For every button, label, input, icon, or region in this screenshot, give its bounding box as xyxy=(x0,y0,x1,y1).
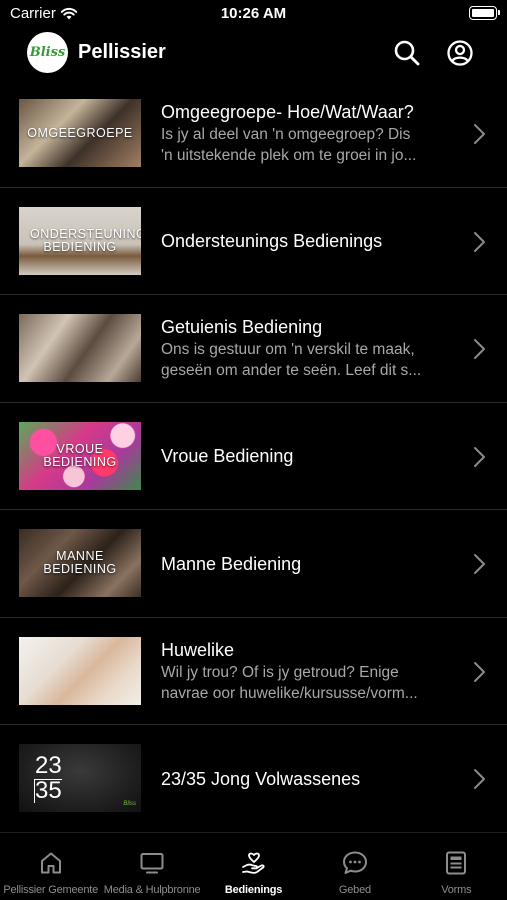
tab-label: Vorms xyxy=(441,884,472,896)
tab-label: Bedienings xyxy=(224,884,283,896)
list-item-manne[interactable]: MANNE BEDIENING Manne Bediening xyxy=(0,510,507,618)
chevron-right-icon xyxy=(474,554,485,574)
ministry-list: OMGEEGROEPE Omgeegroepe- Hoe/Wat/Waar? I… xyxy=(0,80,507,833)
chevron-right-icon xyxy=(474,339,485,359)
thumbnail-label: MANNE BEDIENING xyxy=(43,549,117,576)
thumbnail-logo: Bliss xyxy=(123,801,136,807)
item-title: Getuienis Bediening xyxy=(161,317,323,337)
home-icon xyxy=(40,852,61,874)
list-item-omgeegroepe[interactable]: OMGEEGROEPE Omgeegroepe- Hoe/Wat/Waar? I… xyxy=(0,80,507,188)
app-logo: Bliss xyxy=(27,32,68,73)
tab-media-hulpbronne[interactable]: Media & Hulpbronne xyxy=(101,833,202,900)
item-description-line: navrae oor huwelike/kursusse/vorm... xyxy=(161,684,418,702)
thumbnail-label: ONDERSTEUNINGS BEDIENING xyxy=(30,226,141,254)
form-icon xyxy=(446,851,467,875)
item-description-line: geseën om ander te seën. Leef dit s... xyxy=(161,362,422,379)
item-title: Manne Bediening xyxy=(161,553,302,574)
item-text: Vroue Bediening xyxy=(161,403,452,510)
chat-bubble-icon xyxy=(342,851,367,874)
profile-button[interactable] xyxy=(445,38,475,68)
battery-icon xyxy=(469,6,500,20)
chevron-right-icon xyxy=(474,661,485,682)
logo-text: Bliss xyxy=(29,45,66,60)
item-description-line: Ons is gestuur om 'n verskil te maak, xyxy=(161,341,415,358)
chevron-right-icon xyxy=(474,124,485,144)
item-text: Manne Bediening xyxy=(161,510,452,617)
tab-bedienings[interactable]: Bedienings xyxy=(203,833,304,900)
item-text: Omgeegroepe- Hoe/Wat/Waar? Is jy al deel… xyxy=(161,80,452,187)
heart-hand-icon xyxy=(241,852,265,874)
thumbnail-label: VROUE BEDIENING xyxy=(43,441,117,469)
profile-icon xyxy=(447,40,473,66)
item-description-line: Wil jy trou? Of is jy getroud? Enige xyxy=(161,663,399,681)
chevron-right-icon xyxy=(474,231,485,252)
item-title: Ondersteunings Bedienings xyxy=(161,231,383,251)
tab-bar: Pellissier Gemeente Media & Hulpbronne B… xyxy=(0,832,507,900)
chevron-right-icon xyxy=(474,446,485,467)
status-time: 10:26 AM xyxy=(220,5,287,22)
tab-gebed[interactable]: Gebed xyxy=(304,833,405,900)
item-title: Omgeegroepe- Hoe/Wat/Waar? xyxy=(161,102,414,122)
thumbnail-image xyxy=(19,636,141,705)
tab-pellissier-gemeente[interactable]: Pellissier Gemeente xyxy=(0,833,101,900)
tab-label: Gebed xyxy=(338,884,371,896)
search-button[interactable] xyxy=(392,38,422,68)
item-title: Vroue Bediening xyxy=(161,446,294,466)
item-description-line: 'n uitstekende plek om te groei in jo... xyxy=(161,147,417,164)
thumbnail-frame xyxy=(34,779,62,803)
item-text: Huwelike Wil jy trou? Of is jy getroud? … xyxy=(161,618,452,725)
item-title: 23/35 Jong Volwassenes xyxy=(161,768,361,789)
tab-label: Media & Hulpbronne xyxy=(103,884,201,896)
search-icon xyxy=(394,40,420,66)
item-text: 23/35 Jong Volwassenes xyxy=(161,725,452,832)
list-item-jong-volwassenes[interactable]: 23 35 Bliss 23/35 Jong Volwassenes xyxy=(0,725,507,833)
chevron-right-icon xyxy=(474,769,485,789)
item-description: Wil jy trou? Of is jy getroud? Enige nav… xyxy=(161,662,452,704)
thumbnail-image: OMGEEGROEPE xyxy=(19,99,141,167)
item-description-line: Is jy al deel van 'n omgeegroep? Dis xyxy=(161,126,411,143)
list-item-ondersteunings[interactable]: ONDERSTEUNINGS BEDIENING Ondersteunings … xyxy=(0,188,507,295)
list-item-getuienis[interactable]: Getuienis Bediening Ons is gestuur om 'n… xyxy=(0,295,507,403)
tab-label: Pellissier Gemeente xyxy=(3,884,99,896)
status-bar: Carrier 10:26 AM xyxy=(0,0,507,30)
list-item-huwelike[interactable]: Huwelike Wil jy trou? Of is jy getroud? … xyxy=(0,618,507,725)
thumbnail-image xyxy=(19,314,141,382)
thumbnail-image: 23 35 Bliss xyxy=(19,744,141,812)
tv-icon xyxy=(140,853,164,874)
app-header: Bliss Pellissier xyxy=(0,30,507,80)
thumbnail-number-top: 23 xyxy=(35,752,62,779)
app-title: Pellissier xyxy=(78,41,166,63)
thumbnail-image: ONDERSTEUNINGS BEDIENING xyxy=(19,206,141,275)
status-right xyxy=(469,6,500,20)
tab-vorms[interactable]: Vorms xyxy=(406,833,507,900)
thumbnail-image: VROUE BEDIENING xyxy=(19,421,141,490)
item-description: Ons is gestuur om 'n verskil te maak, ge… xyxy=(161,339,452,381)
item-text: Ondersteunings Bedienings xyxy=(161,188,452,295)
item-description: Is jy al deel van 'n omgeegroep? Dis 'n … xyxy=(161,124,452,166)
thumbnail-label: OMGEEGROEPE xyxy=(27,125,133,140)
item-title: Huwelike xyxy=(161,639,235,660)
list-item-vroue[interactable]: VROUE BEDIENING Vroue Bediening xyxy=(0,403,507,510)
thumbnail-image: MANNE BEDIENING xyxy=(19,529,141,597)
item-text: Getuienis Bediening Ons is gestuur om 'n… xyxy=(161,295,452,402)
